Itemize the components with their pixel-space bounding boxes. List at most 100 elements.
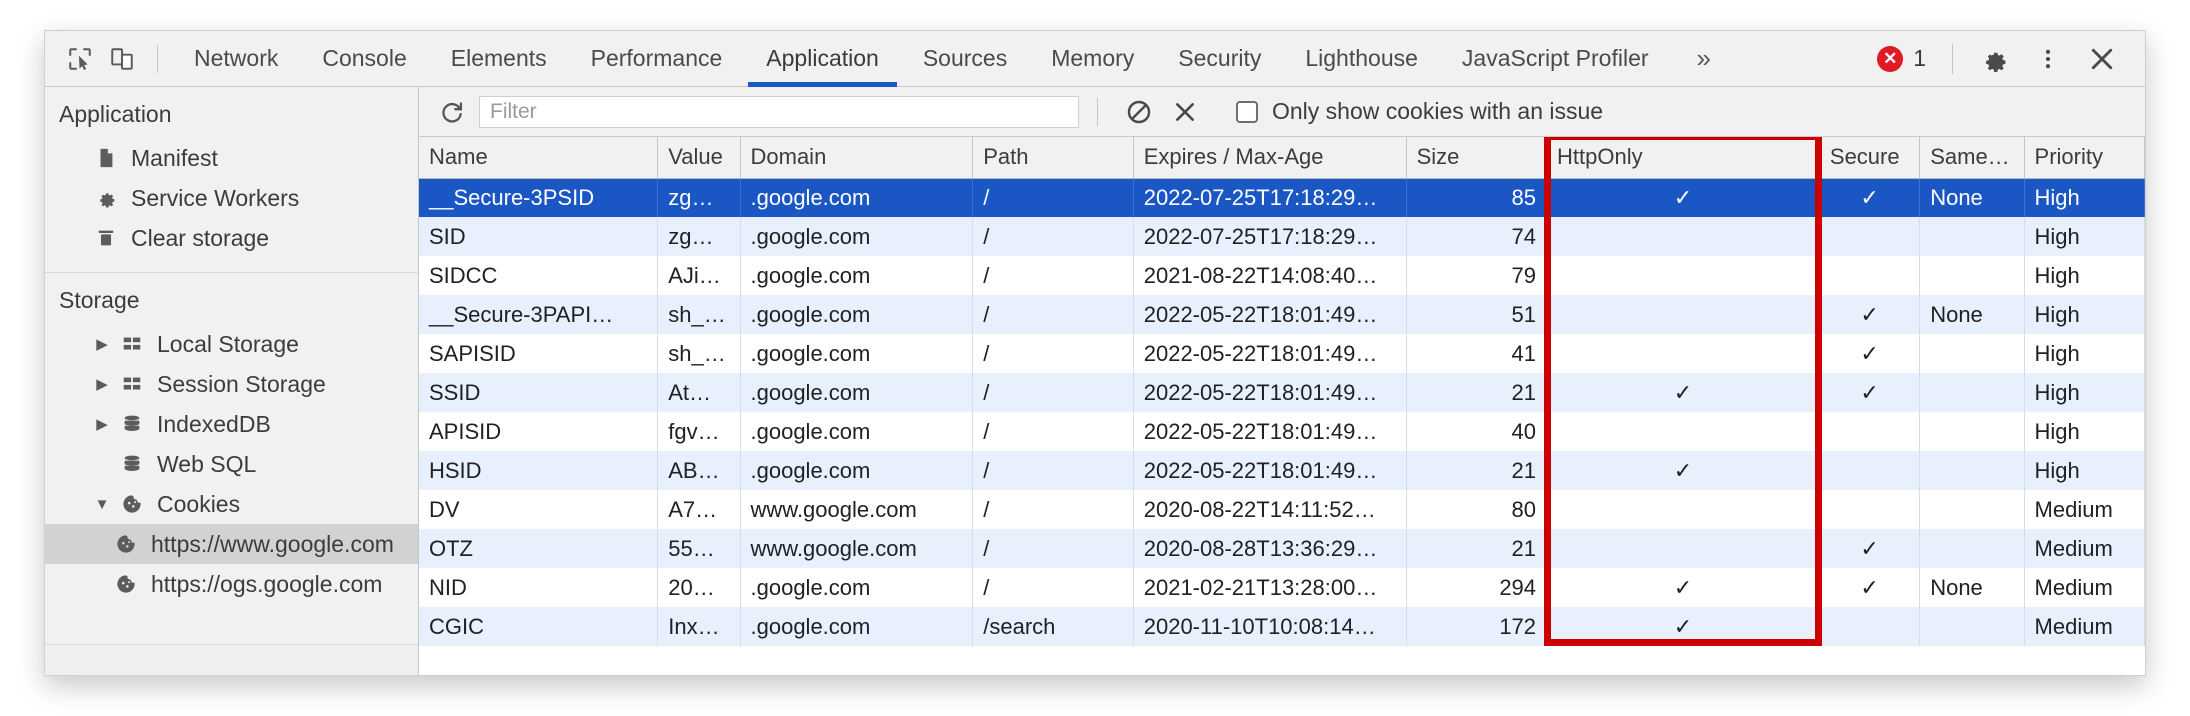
filter-input[interactable]: Filter (479, 96, 1079, 128)
sidebar-item-session-storage[interactable]: ▶ Session Storage (45, 364, 418, 404)
cell-path: / (973, 178, 1134, 217)
cell-secure: ✓ (1819, 178, 1919, 217)
tab-label: Sources (923, 45, 1007, 72)
tab-lighthouse[interactable]: Lighthouse (1283, 31, 1440, 87)
cookies-table-body: __Secure-3PSIDzg….google.com/2022-07-25T… (419, 178, 2145, 646)
cell-size: 41 (1406, 334, 1546, 373)
cell-path: / (973, 568, 1134, 607)
tab-memory[interactable]: Memory (1029, 31, 1156, 87)
cell-samesite (1920, 217, 2024, 256)
toolbar-divider (157, 45, 158, 73)
cell-expires: 2020-08-28T13:36:29… (1133, 529, 1406, 568)
inspect-element-icon[interactable] (59, 39, 101, 79)
cell-priority: High (2024, 373, 2144, 412)
cell-name: SID (419, 217, 658, 256)
chevron-down-icon[interactable]: ▼ (89, 496, 115, 513)
cell-samesite (1920, 529, 2024, 568)
cell-size: 85 (1406, 178, 1546, 217)
table-row[interactable]: SAPISIDsh_….google.com/2022-05-22T18:01:… (419, 334, 2145, 373)
cell-name: DV (419, 490, 658, 529)
sidebar-item-manifest[interactable]: Manifest (45, 138, 418, 178)
tab-label: JavaScript Profiler (1462, 45, 1649, 72)
column-header-name[interactable]: Name (419, 137, 658, 178)
error-count-badge[interactable]: ✕ 1 (1865, 45, 1938, 72)
table-row[interactable]: SIDzg….google.com/2022-07-25T17:18:29…74… (419, 217, 2145, 256)
sidebar-item-local-storage[interactable]: ▶ Local Storage (45, 324, 418, 364)
column-header-secure[interactable]: Secure (1819, 137, 1919, 178)
clear-all-cookies-icon[interactable] (1116, 92, 1162, 132)
trash-icon (89, 227, 123, 249)
tab-application[interactable]: Application (744, 31, 901, 87)
tab-label: Console (322, 45, 406, 72)
only-show-issues-checkbox-group[interactable]: Only show cookies with an issue (1236, 98, 1603, 125)
cell-value: 55… (658, 529, 740, 568)
tab-performance[interactable]: Performance (569, 31, 745, 87)
table-row[interactable]: CGICInx….google.com/search2020-11-10T10:… (419, 607, 2145, 646)
tab-label: Memory (1051, 45, 1134, 72)
cell-path: /search (973, 607, 1134, 646)
more-options-kebab-icon[interactable] (2021, 39, 2075, 79)
cell-secure: ✓ (1819, 295, 1919, 334)
filterbar-divider (1097, 98, 1098, 126)
close-devtools-icon[interactable] (2075, 39, 2129, 79)
cell-expires: 2021-02-21T13:28:00… (1133, 568, 1406, 607)
table-row[interactable]: DVA7…www.google.com/2020-08-22T14:11:52…… (419, 490, 2145, 529)
more-tabs-chevron-icon[interactable]: » (1671, 39, 1737, 79)
cell-size: 21 (1406, 529, 1546, 568)
tab-network[interactable]: Network (172, 31, 300, 87)
column-header-httponly[interactable]: HttpOnly (1547, 137, 1820, 178)
cell-domain: www.google.com (740, 490, 973, 529)
table-row[interactable]: OTZ55…www.google.com/2020-08-28T13:36:29… (419, 529, 2145, 568)
column-header-size[interactable]: Size (1406, 137, 1546, 178)
device-toolbar-icon[interactable] (101, 39, 143, 79)
table-row[interactable]: __Secure-3PSIDzg….google.com/2022-07-25T… (419, 178, 2145, 217)
column-header-value[interactable]: Value (658, 137, 740, 178)
sidebar-item-label: Session Storage (157, 371, 326, 398)
sidebar-item-indexeddb[interactable]: ▶ IndexedDB (45, 404, 418, 444)
cell-domain: .google.com (740, 295, 973, 334)
column-header-samesite[interactable]: Same… (1920, 137, 2024, 178)
cell-samesite (1920, 373, 2024, 412)
sidebar-group-storage: Storage ▶ Local Storage ▶ Session Storag… (45, 273, 418, 616)
sidebar-item-service-workers[interactable]: Service Workers (45, 178, 418, 218)
cell-httponly (1547, 256, 1820, 295)
sidebar-heading-application: Application (45, 87, 418, 138)
sidebar-item-web-sql[interactable]: Web SQL (45, 444, 418, 484)
sidebar-item-cookies[interactable]: ▼ Cookies (45, 484, 418, 524)
column-header-expires[interactable]: Expires / Max-Age (1133, 137, 1406, 178)
table-row[interactable]: APISIDfgv….google.com/2022-05-22T18:01:4… (419, 412, 2145, 451)
only-show-issues-checkbox[interactable] (1236, 101, 1258, 123)
sidebar-item-cookies-www-google-com[interactable]: https://www.google.com (45, 524, 418, 564)
tab-security[interactable]: Security (1156, 31, 1283, 87)
tab-sources[interactable]: Sources (901, 31, 1029, 87)
refresh-icon[interactable] (429, 92, 475, 132)
table-row[interactable]: SSIDAt….google.com/2022-05-22T18:01:49…2… (419, 373, 2145, 412)
chevron-right-icon[interactable]: ▶ (89, 335, 115, 353)
table-header-row: Name Value Domain Path Expires / Max-Age… (419, 137, 2145, 178)
tab-javascript-profiler[interactable]: JavaScript Profiler (1440, 31, 1671, 87)
cell-expires: 2022-05-22T18:01:49… (1133, 295, 1406, 334)
tab-elements[interactable]: Elements (429, 31, 569, 87)
sidebar-item-label: Manifest (131, 145, 218, 172)
cell-expires: 2022-05-22T18:01:49… (1133, 451, 1406, 490)
error-circle-icon: ✕ (1877, 46, 1903, 72)
cookies-table-container: Name Value Domain Path Expires / Max-Age… (419, 137, 2145, 667)
tab-console[interactable]: Console (300, 31, 428, 87)
table-row[interactable]: SIDCCAJi….google.com/2021-08-22T14:08:40… (419, 256, 2145, 295)
chevron-right-icon[interactable]: ▶ (89, 375, 115, 393)
sidebar-item-cookies-ogs-google-com[interactable]: https://ogs.google.com (45, 564, 418, 604)
panel-tabs: Network Console Elements Performance App… (172, 31, 1671, 87)
column-header-domain[interactable]: Domain (740, 137, 973, 178)
table-row[interactable]: __Secure-3PAPI…sh_….google.com/2022-05-2… (419, 295, 2145, 334)
table-row[interactable]: NID20….google.com/2021-02-21T13:28:00…29… (419, 568, 2145, 607)
column-header-path[interactable]: Path (973, 137, 1134, 178)
table-row[interactable]: HSIDAB….google.com/2022-05-22T18:01:49…2… (419, 451, 2145, 490)
cell-httponly (1547, 217, 1820, 256)
delete-selected-cookie-icon[interactable] (1162, 92, 1208, 132)
settings-gear-icon[interactable] (1967, 39, 2021, 79)
sidebar-item-clear-storage[interactable]: Clear storage (45, 218, 418, 258)
cell-priority: High (2024, 178, 2144, 217)
chevron-right-icon[interactable]: ▶ (89, 415, 115, 433)
column-header-priority[interactable]: Priority (2024, 137, 2144, 178)
document-icon (89, 147, 123, 169)
